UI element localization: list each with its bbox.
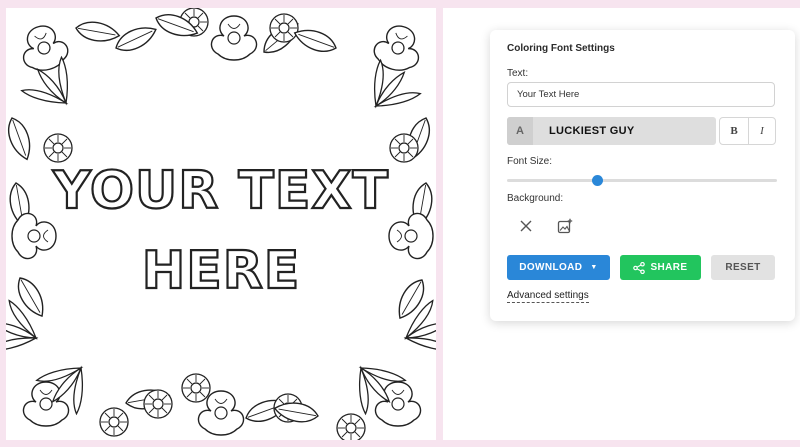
font-size-label: Font Size: — [507, 156, 553, 167]
font-settings-panel: Coloring Font Settings Text: A LUCKIEST … — [490, 30, 795, 321]
text-label: Text: — [507, 68, 529, 79]
font-size-slider[interactable] — [507, 175, 777, 186]
coloring-page-artwork: YOUR TEXT HERE — [6, 8, 436, 440]
background-label: Background: — [507, 193, 564, 204]
text-input[interactable] — [507, 82, 775, 107]
share-button[interactable]: SHARE — [620, 255, 701, 280]
close-icon[interactable] — [515, 215, 537, 237]
font-family-name: LUCKIEST GUY — [549, 125, 635, 137]
preview-text-line1: YOUR TEXT — [52, 161, 389, 221]
download-button[interactable]: DOWNLOAD ▼ — [507, 255, 610, 280]
download-button-label: DOWNLOAD — [519, 262, 583, 273]
coloring-preview: YOUR TEXT HERE — [6, 8, 436, 440]
preview-text-line2: HERE — [142, 241, 301, 301]
font-size-slider-thumb[interactable] — [592, 175, 603, 186]
share-button-label: SHARE — [650, 262, 688, 273]
font-style-toggle-group: B I — [719, 117, 776, 145]
font-letter-icon: A — [507, 117, 533, 145]
advanced-settings-link[interactable]: Advanced settings — [507, 290, 589, 303]
chevron-down-icon: ▼ — [590, 264, 598, 271]
italic-button[interactable]: I — [748, 118, 776, 144]
panel-title: Coloring Font Settings — [507, 43, 615, 54]
reset-button[interactable]: RESET — [711, 255, 775, 280]
font-family-select[interactable]: A LUCKIEST GUY — [507, 117, 716, 145]
share-icon — [633, 261, 646, 274]
add-image-icon[interactable] — [554, 215, 576, 237]
bold-button[interactable]: B — [720, 118, 749, 144]
